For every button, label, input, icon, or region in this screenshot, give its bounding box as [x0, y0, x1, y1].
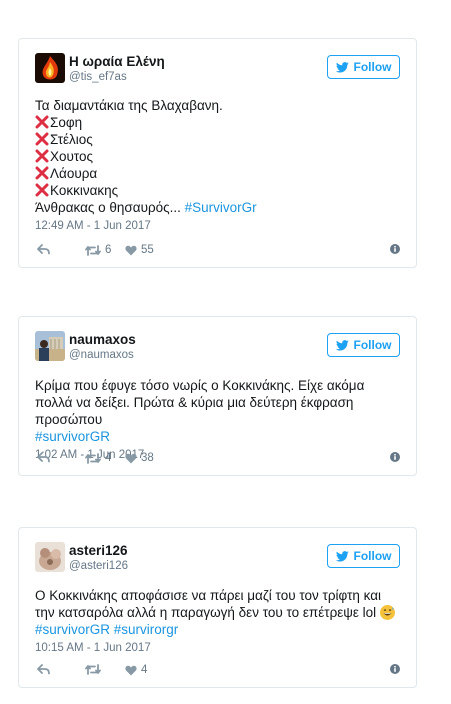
retweet-icon — [85, 244, 101, 256]
tweet-line-text: Στέλιος — [50, 132, 93, 147]
retweet-button[interactable]: 4 — [85, 452, 111, 464]
tweet-line: Άνθρακας ο θησαυρός... #SurvivorGr — [35, 199, 402, 216]
author-handle[interactable]: @naumaxos — [69, 348, 136, 363]
hashtag-link[interactable]: #survirorgr — [114, 622, 179, 637]
tweet-line-text: Σοφη — [50, 115, 83, 130]
tweet-timestamp[interactable]: 10:15 AM - 1 Jun 2017 — [35, 640, 402, 656]
info-button[interactable] — [390, 244, 400, 254]
tweet-line: Σοφη — [35, 114, 402, 131]
info-icon — [390, 452, 400, 462]
author-block[interactable]: naumaxos @naumaxos — [69, 332, 136, 363]
tweet-line-text: Χουτος — [50, 149, 94, 164]
follow-label: Follow — [353, 549, 392, 563]
like-count: 38 — [141, 452, 154, 464]
like-count: 55 — [141, 244, 154, 256]
author-name[interactable]: naumaxos — [69, 332, 136, 348]
hashtag-link[interactable]: #SurvivorGr — [185, 200, 257, 215]
author-block[interactable]: Η ωραία Ελένη @tis_ef7as — [69, 54, 165, 85]
reply-icon — [37, 452, 50, 463]
tweet-line: Στέλιος — [35, 131, 402, 148]
tweet-line-text: Κρίμα που έφυγε τόσο νωρίς ο Κοκκινάκης.… — [35, 378, 365, 427]
author-handle[interactable]: @asteri126 — [69, 559, 128, 574]
retweet-count: 6 — [105, 244, 112, 256]
author-name[interactable]: Η ωραία Ελένη — [69, 54, 165, 70]
tweet-text: Κρίμα που έφυγε τόσο νωρίς ο Κοκκινάκης.… — [35, 377, 402, 463]
tweet-actions: 4 38 — [37, 452, 400, 468]
like-button[interactable]: 55 — [125, 244, 154, 256]
tweet-card: Η ωραία Ελένη @tis_ef7as Follow Τα διαμα… — [18, 38, 417, 268]
tweet-card: asteri126 @asteri126 Follow Ο Κοκκινάκης… — [18, 527, 417, 688]
tweet-line: #survivorGR #survirorgr — [35, 621, 402, 638]
tweet-text: Τα διαμαντάκια της Βλαχαβανη. Σοφη Στέλι… — [35, 97, 402, 234]
tweet-line: Ο Κοκκινάκης αποφάσισε να πάρει μαζί του… — [35, 587, 402, 621]
cross-mark-emoji — [35, 183, 49, 197]
info-icon — [390, 244, 400, 254]
cross-mark-emoji — [35, 132, 49, 146]
retweet-button[interactable] — [85, 664, 101, 675]
like-button[interactable]: 4 — [125, 664, 147, 676]
follow-button[interactable]: Follow — [327, 333, 400, 357]
author-block[interactable]: asteri126 @asteri126 — [69, 543, 128, 574]
author-name[interactable]: asteri126 — [69, 543, 128, 559]
tweet-line-text: Άνθρακας ο θησαυρός... — [35, 200, 185, 215]
tweet-line: Τα διαμαντάκια της Βλαχαβανη. — [35, 98, 223, 113]
follow-button[interactable]: Follow — [327, 544, 400, 568]
reply-button[interactable] — [37, 244, 50, 255]
twitter-bird-icon — [335, 61, 349, 72]
tweet-header: Η ωραία Ελένη @tis_ef7as Follow — [35, 53, 400, 85]
cross-mark-emoji — [35, 149, 49, 163]
tweet-text: Ο Κοκκινάκης αποφάσισε να πάρει μαζί του… — [35, 587, 402, 656]
follow-label: Follow — [353, 338, 392, 352]
cross-mark-emoji — [35, 115, 49, 129]
tweet-line-text: Λάουρα — [50, 166, 98, 181]
author-handle[interactable]: @tis_ef7as — [69, 70, 165, 85]
tweet-line: Λάουρα — [35, 165, 402, 182]
retweet-icon — [85, 664, 101, 675]
avatar[interactable] — [35, 331, 65, 361]
retweet-icon — [85, 452, 101, 464]
reply-button[interactable] — [37, 664, 50, 675]
retweet-button[interactable]: 6 — [85, 244, 111, 256]
reply-button[interactable] — [37, 452, 50, 463]
reply-icon — [37, 664, 50, 675]
hashtag-link[interactable]: #survivorGR — [35, 622, 110, 637]
follow-button[interactable]: Follow — [327, 55, 400, 79]
tweet-actions: 6 55 — [37, 244, 400, 260]
tweet-line-text: Ο Κοκκινάκης αποφάσισε να πάρει μαζί του… — [35, 588, 382, 620]
tweet-card: naumaxos @naumaxos Follow Κρίμα που έφυγ… — [18, 316, 417, 476]
info-icon — [390, 664, 400, 674]
tweet-header: naumaxos @naumaxos Follow — [35, 331, 400, 363]
heart-icon — [125, 665, 137, 675]
like-count: 4 — [141, 664, 148, 676]
tweet-line-text: Κοκκινακης — [50, 183, 119, 198]
reply-icon — [37, 244, 50, 255]
follow-label: Follow — [353, 60, 392, 74]
hashtag-link[interactable]: #survivorGR — [35, 428, 402, 445]
tweet-timestamp[interactable]: 12:49 AM - 1 Jun 2017 — [35, 218, 402, 234]
heart-icon — [125, 453, 137, 463]
avatar[interactable] — [35, 542, 65, 572]
cross-mark-emoji — [35, 166, 49, 180]
like-button[interactable]: 38 — [125, 452, 154, 464]
avatar[interactable] — [35, 53, 65, 83]
grinning-sweat-emoji — [379, 605, 395, 620]
tweet-line: Χουτος — [35, 148, 402, 165]
tweet-line: Κοκκινακης — [35, 182, 402, 199]
twitter-bird-icon — [335, 550, 349, 561]
heart-icon — [125, 245, 137, 255]
tweet-header: asteri126 @asteri126 Follow — [35, 542, 400, 574]
tweet-actions: 4 — [37, 664, 400, 680]
info-button[interactable] — [390, 664, 400, 674]
twitter-bird-icon — [335, 339, 349, 350]
retweet-count: 4 — [105, 452, 112, 464]
info-button[interactable] — [390, 452, 400, 462]
